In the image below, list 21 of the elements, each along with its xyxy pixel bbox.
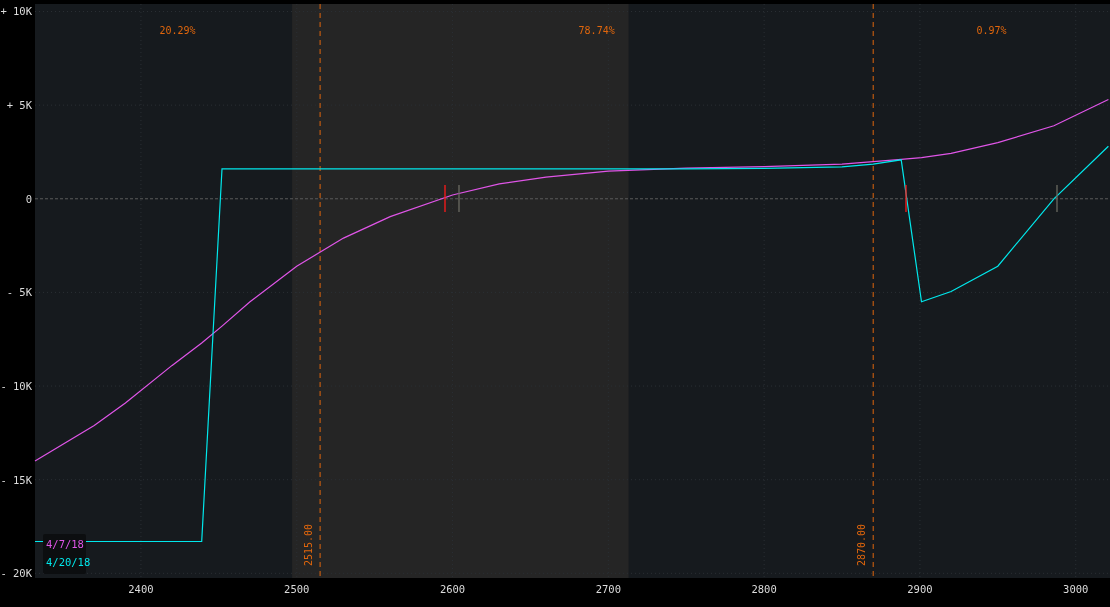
probability-label: 20.29% bbox=[159, 25, 196, 36]
y-axis-label: 0 bbox=[25, 192, 32, 205]
x-axis-label: 3000 bbox=[1063, 583, 1089, 595]
probability-label: 78.74% bbox=[578, 25, 615, 36]
x-axis-label: 2600 bbox=[439, 583, 466, 595]
strike-label: 2515.00 bbox=[303, 523, 315, 566]
y-axis-label: - 20K bbox=[0, 567, 32, 580]
x-axis-label: 2400 bbox=[128, 583, 154, 595]
x-axis-label: 2900 bbox=[907, 583, 933, 595]
y-axis-label: - 15K bbox=[0, 473, 32, 486]
y-axis-label: + 10K bbox=[0, 5, 32, 18]
y-axis-label: + 5K bbox=[6, 99, 32, 112]
probability-label: 0.97% bbox=[976, 25, 1007, 36]
legend-label: 4/20/18 bbox=[46, 556, 91, 568]
x-axis-label: 2700 bbox=[595, 583, 621, 595]
legend-label: 4/7/18 bbox=[46, 538, 84, 550]
x-axis-label: 2800 bbox=[751, 583, 777, 595]
y-axis-label: - 10K bbox=[0, 380, 32, 393]
x-axis-label: 2500 bbox=[284, 583, 310, 595]
y-axis-label: - 5K bbox=[6, 286, 32, 299]
strike-label: 2870.00 bbox=[856, 523, 868, 566]
